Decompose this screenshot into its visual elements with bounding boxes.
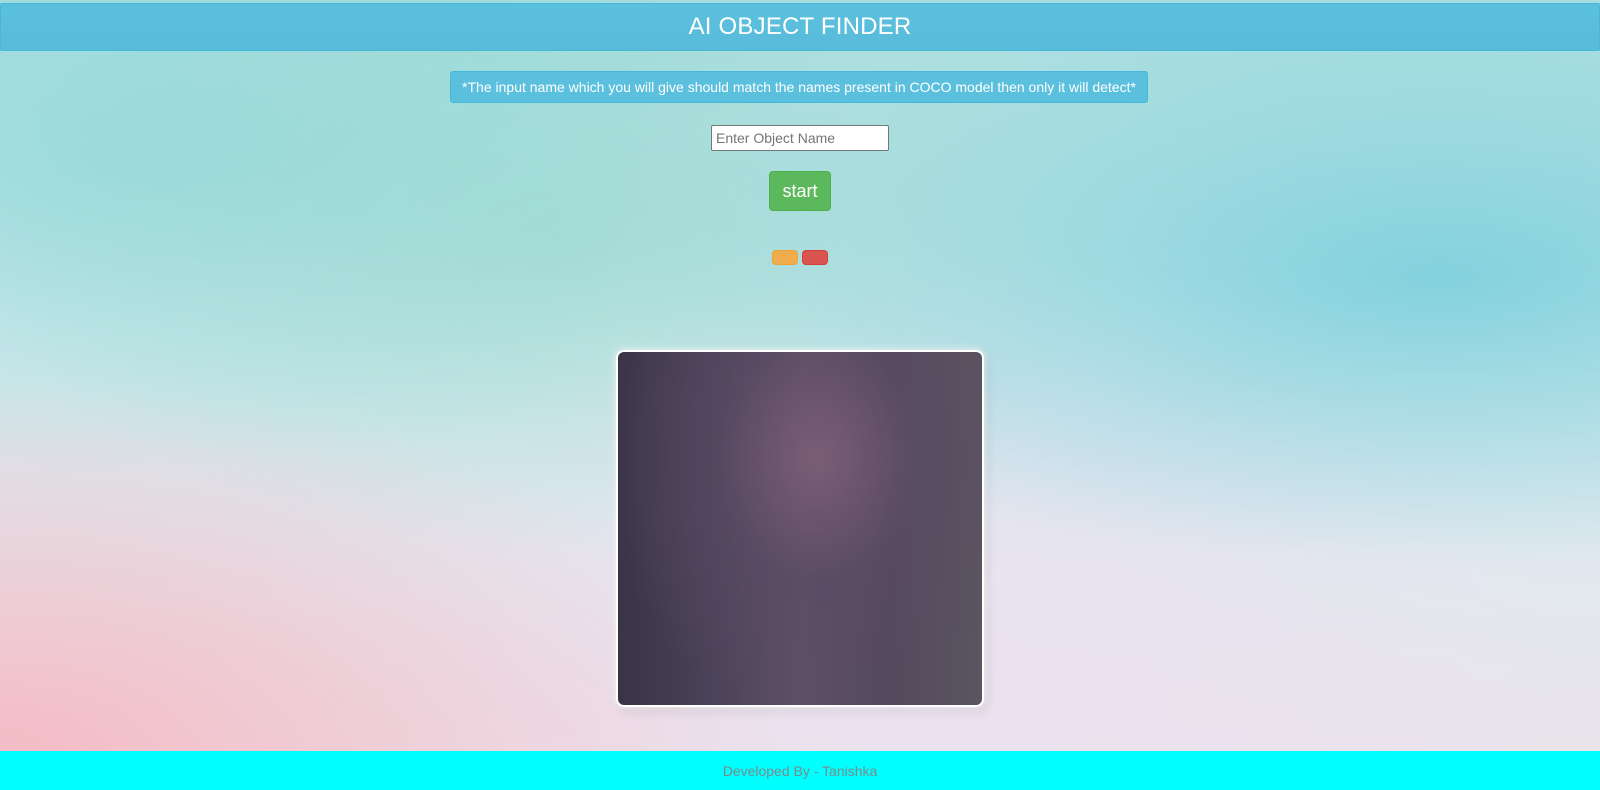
coco-notice-alert: *The input name which you will give shou… [450,71,1148,103]
object-name-input[interactable] [711,125,889,151]
app-header: AI OBJECT FINDER [0,3,1600,51]
pause-button[interactable] [772,250,798,265]
page-footer: Developed By - Tanishka [0,751,1600,790]
webcam-video-feed [616,350,984,707]
start-button[interactable]: start [769,171,831,211]
page-title: AI OBJECT FINDER [688,13,912,40]
footer-credit: Developed By - Tanishka [722,762,878,779]
stop-button[interactable] [802,250,828,265]
